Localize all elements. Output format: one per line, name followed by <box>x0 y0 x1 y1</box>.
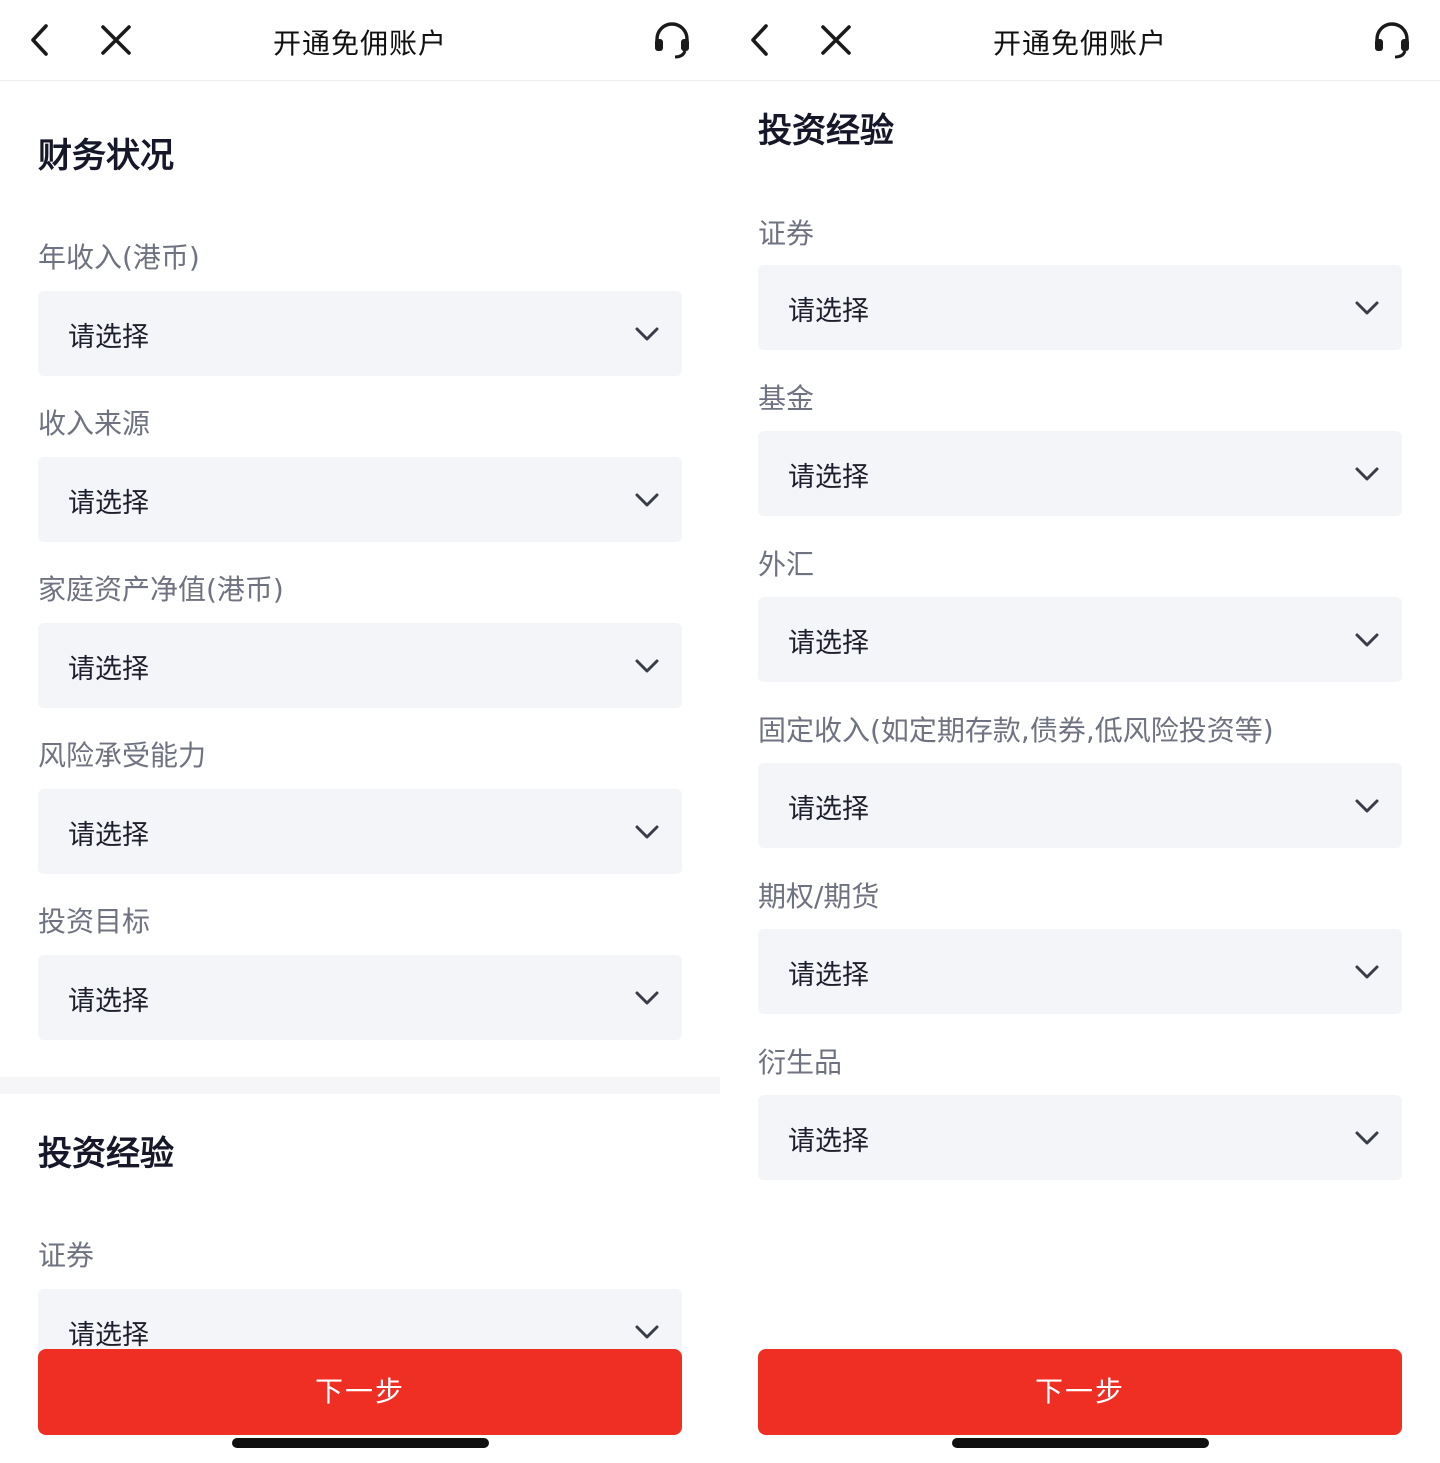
field-label-investment-goal: 投资目标 <box>38 905 151 938</box>
field-label-securities: 证券 <box>38 1239 95 1272</box>
customer-service-button[interactable] <box>650 18 694 62</box>
chevron-down-icon <box>632 983 662 1013</box>
right-screen: 开通免佣账户 投资经验 证券 请选择 基金 请选择 外汇 请选择 固定收入(如定… <box>720 0 1440 1463</box>
left-screen: 开通免佣账户 财务状况 年收入(港币) 请选择 收入来源 请选择 家庭资产净值(… <box>0 0 720 1463</box>
chevron-down-icon <box>1352 459 1382 489</box>
select-fixed-income[interactable]: 请选择 <box>758 763 1402 848</box>
field-label-fixed-income: 固定收入(如定期存款,债券,低风险投资等) <box>758 714 1274 747</box>
select-placeholder: 请选择 <box>68 322 149 353</box>
field-label-options-futures: 期权/期货 <box>758 880 880 913</box>
nav-header: 开通免佣账户 <box>720 0 1440 81</box>
chevron-down-icon <box>632 817 662 847</box>
field-label-income-source: 收入来源 <box>38 407 151 440</box>
field-label-annual-income: 年收入(港币) <box>38 241 200 274</box>
field-label-funds: 基金 <box>758 382 815 415</box>
chevron-down-icon <box>1352 293 1382 323</box>
chevron-down-icon <box>632 651 662 681</box>
field-label-forex: 外汇 <box>758 548 815 581</box>
chevron-down-icon <box>1352 957 1382 987</box>
select-placeholder: 请选择 <box>68 488 149 519</box>
section-divider <box>0 1077 720 1094</box>
select-placeholder: 请选择 <box>788 628 869 659</box>
chevron-down-icon <box>1352 1123 1382 1153</box>
chevron-down-icon <box>632 319 662 349</box>
select-placeholder: 请选择 <box>788 296 869 327</box>
chevron-down-icon <box>1352 791 1382 821</box>
select-placeholder: 请选择 <box>788 794 869 825</box>
next-step-label: 下一步 <box>1034 1376 1125 1407</box>
select-income-source[interactable]: 请选择 <box>38 457 682 542</box>
select-securities[interactable]: 请选择 <box>758 265 1402 350</box>
nav-header: 开通免佣账户 <box>0 0 720 81</box>
select-net-assets[interactable]: 请选择 <box>38 623 682 708</box>
select-placeholder: 请选择 <box>68 986 149 1017</box>
section-title-experience: 投资经验 <box>758 111 894 151</box>
chevron-down-icon <box>1352 625 1382 655</box>
field-label-derivatives: 衍生品 <box>758 1046 843 1079</box>
select-investment-goal[interactable]: 请选择 <box>38 955 682 1040</box>
home-indicator <box>232 1438 489 1448</box>
customer-service-button[interactable] <box>1370 18 1414 62</box>
next-step-button[interactable]: 下一步 <box>758 1349 1402 1435</box>
home-indicator <box>952 1438 1209 1448</box>
select-options-futures[interactable]: 请选择 <box>758 929 1402 1014</box>
field-label-net-assets: 家庭资产净值(港币) <box>38 573 284 606</box>
page-title: 开通免佣账户 <box>992 27 1167 60</box>
next-step-label: 下一步 <box>314 1376 405 1407</box>
headset-icon <box>655 22 689 59</box>
select-placeholder: 请选择 <box>788 462 869 493</box>
select-annual-income[interactable]: 请选择 <box>38 291 682 376</box>
select-placeholder: 请选择 <box>788 1126 869 1157</box>
next-step-button[interactable]: 下一步 <box>38 1349 682 1435</box>
chevron-down-icon <box>632 1317 662 1347</box>
page-title: 开通免佣账户 <box>272 27 447 60</box>
select-risk-tolerance[interactable]: 请选择 <box>38 789 682 874</box>
field-label-risk-tolerance: 风险承受能力 <box>38 739 207 772</box>
select-forex[interactable]: 请选择 <box>758 597 1402 682</box>
section-title-financial: 财务状况 <box>38 136 174 176</box>
select-placeholder: 请选择 <box>68 1320 149 1351</box>
section-title-experience: 投资经验 <box>38 1134 174 1174</box>
select-derivatives[interactable]: 请选择 <box>758 1095 1402 1180</box>
chevron-down-icon <box>632 485 662 515</box>
field-label-securities: 证券 <box>758 217 815 250</box>
headset-icon <box>1375 22 1409 59</box>
select-funds[interactable]: 请选择 <box>758 431 1402 516</box>
select-placeholder: 请选择 <box>68 820 149 851</box>
select-placeholder: 请选择 <box>68 654 149 685</box>
select-placeholder: 请选择 <box>788 960 869 991</box>
